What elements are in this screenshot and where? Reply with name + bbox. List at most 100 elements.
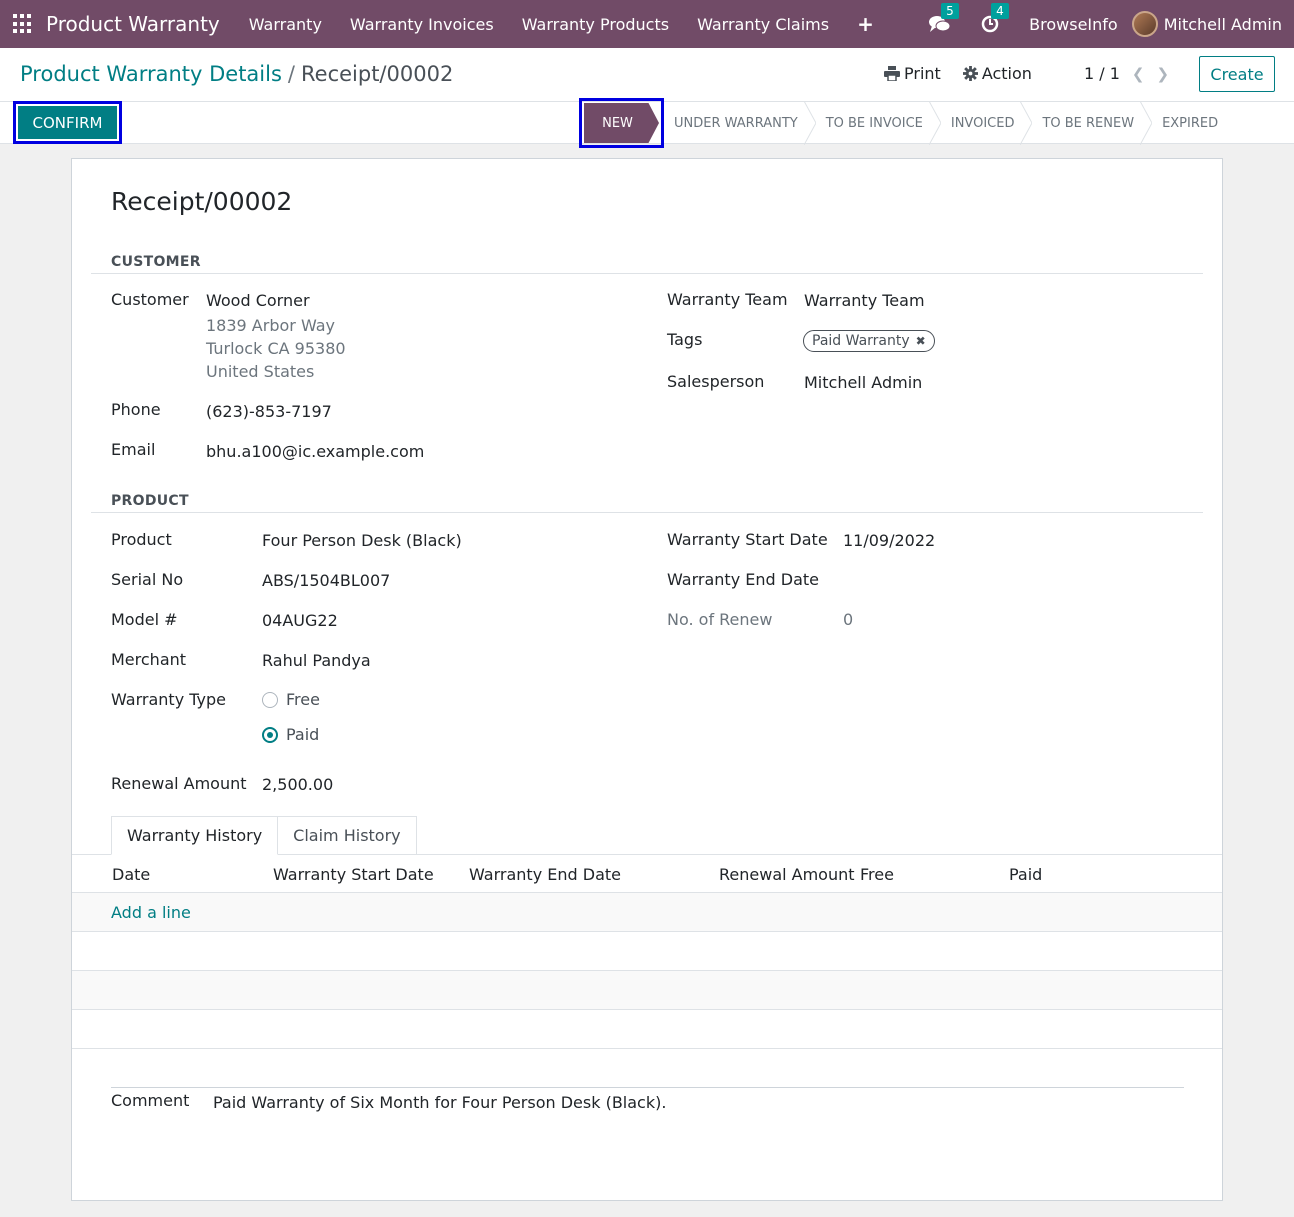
create-button[interactable]: Create bbox=[1199, 56, 1275, 92]
column-renewal-amount[interactable]: Renewal Amount bbox=[719, 865, 855, 884]
messages-icon[interactable]: 5 bbox=[929, 3, 959, 35]
record-title: Receipt/00002 bbox=[111, 187, 293, 216]
stage-new-highlight: NEW bbox=[579, 98, 664, 148]
pager-value[interactable]: 1 / 1 bbox=[1084, 64, 1120, 83]
stage-chevron-icon bbox=[1020, 101, 1033, 145]
comment-label: Comment bbox=[111, 1091, 190, 1110]
column-warranty-start[interactable]: Warranty Start Date bbox=[273, 865, 434, 884]
activity-clock-icon[interactable]: 4 bbox=[979, 3, 1009, 35]
address-line: 1839 Arbor Way bbox=[206, 316, 336, 335]
add-line-link[interactable]: Add a line bbox=[111, 903, 191, 922]
serial-field[interactable]: ABS/1504BL007 bbox=[262, 571, 390, 590]
section-divider bbox=[91, 512, 1203, 513]
column-paid[interactable]: Paid bbox=[1009, 865, 1042, 884]
stage-label: TO BE INVOICE bbox=[825, 115, 923, 131]
action-button[interactable]: Action bbox=[962, 64, 1032, 83]
add-menu-icon[interactable]: + bbox=[843, 12, 888, 36]
comment-field[interactable]: Paid Warranty of Six Month for Four Pers… bbox=[213, 1093, 666, 1112]
email-field[interactable]: bhu.a100@ic.example.com bbox=[206, 442, 424, 461]
stage-expired[interactable]: EXPIRED bbox=[1152, 101, 1228, 145]
remove-tag-icon[interactable]: ✖ bbox=[916, 334, 926, 348]
print-label: Print bbox=[904, 64, 941, 83]
pager-previous-icon[interactable]: ❮ bbox=[1132, 65, 1145, 83]
radio-button[interactable] bbox=[262, 726, 278, 743]
nav-warranty-products[interactable]: Warranty Products bbox=[508, 15, 683, 34]
tab-warranty-history[interactable]: Warranty History bbox=[111, 816, 279, 855]
warranty-type-free-radio[interactable]: Free bbox=[262, 690, 320, 709]
warranty-start-field[interactable]: 11/09/2022 bbox=[843, 531, 935, 550]
renew-count-field: 0 bbox=[843, 610, 854, 629]
warranty-team-field[interactable]: Warranty Team bbox=[804, 291, 925, 310]
apps-menu-icon[interactable] bbox=[13, 14, 33, 34]
stage-label: EXPIRED bbox=[1162, 115, 1219, 131]
tag-label: Paid Warranty bbox=[812, 333, 910, 349]
serial-label: Serial No bbox=[111, 570, 184, 589]
merchant-label: Merchant bbox=[111, 650, 187, 669]
warranty-history-table: Date Warranty Start Date Warranty End Da… bbox=[72, 854, 1222, 1049]
printer-icon bbox=[884, 66, 900, 81]
nav-warranty-claims[interactable]: Warranty Claims bbox=[683, 15, 843, 34]
renewal-amount-field[interactable]: 2,500.00 bbox=[262, 775, 333, 794]
control-panel: Product Warranty Details / Receipt/00002 P… bbox=[0, 48, 1294, 148]
user-avatar[interactable] bbox=[1131, 11, 1158, 37]
breadcrumb-separator: / bbox=[287, 62, 295, 86]
action-label: Action bbox=[981, 64, 1032, 83]
app-brand[interactable]: Product Warranty bbox=[46, 12, 220, 36]
merchant-field[interactable]: Rahul Pandya bbox=[262, 651, 371, 670]
messages-badge: 5 bbox=[941, 3, 959, 19]
customer-field[interactable]: Wood Corner bbox=[206, 291, 310, 310]
section-divider bbox=[91, 273, 1203, 274]
product-label: Product bbox=[111, 530, 172, 549]
notebook-tabs: Warranty History Claim History bbox=[111, 816, 417, 855]
stage-label: UNDER WARRANTY bbox=[674, 115, 798, 131]
column-date[interactable]: Date bbox=[112, 865, 150, 884]
renew-count-label: No. of Renew bbox=[667, 610, 773, 629]
stage-to-be-invoice[interactable]: TO BE INVOICE bbox=[816, 101, 941, 145]
tags-label: Tags bbox=[667, 330, 703, 349]
tag-paid-warranty[interactable]: Paid Warranty ✖ bbox=[803, 330, 935, 352]
warranty-type-paid-radio[interactable]: Paid bbox=[262, 725, 319, 744]
stage-chevron-icon bbox=[803, 101, 816, 145]
table-header: Date Warranty Start Date Warranty End Da… bbox=[72, 854, 1222, 893]
stage-chevron-icon bbox=[928, 101, 941, 145]
stage-invoiced[interactable]: INVOICED bbox=[941, 101, 1033, 145]
table-row bbox=[72, 1010, 1222, 1049]
customer-label: Customer bbox=[111, 290, 189, 309]
print-button[interactable]: Print bbox=[884, 64, 941, 83]
stage-to-be-renew[interactable]: TO BE RENEW bbox=[1032, 101, 1153, 145]
column-free[interactable]: Free bbox=[860, 865, 894, 884]
customer-section-title: CUSTOMER bbox=[111, 254, 201, 270]
pager-next-icon[interactable]: ❯ bbox=[1157, 65, 1170, 83]
company-switcher[interactable]: BrowseInfo bbox=[1015, 15, 1132, 34]
stage-label: INVOICED bbox=[950, 115, 1015, 131]
nav-warranty[interactable]: Warranty bbox=[235, 15, 336, 34]
status-bar: NEW UNDER WARRANTY TO BE INVOICE INVOICE… bbox=[579, 98, 1228, 148]
radio-label: Free bbox=[286, 690, 320, 709]
address-line: Turlock CA 95380 bbox=[206, 339, 346, 358]
email-label: Email bbox=[111, 440, 156, 459]
top-navbar: Product Warranty Warranty Warranty Invoi… bbox=[0, 0, 1294, 48]
table-row bbox=[72, 932, 1222, 971]
warranty-start-label: Warranty Start Date bbox=[667, 530, 828, 549]
nav-warranty-invoices[interactable]: Warranty Invoices bbox=[336, 15, 508, 34]
activities-badge: 4 bbox=[991, 3, 1009, 19]
stage-under-warranty[interactable]: UNDER WARRANTY bbox=[664, 101, 816, 145]
comment-divider bbox=[111, 1087, 1184, 1088]
product-field[interactable]: Four Person Desk (Black) bbox=[262, 531, 462, 550]
breadcrumb: Product Warranty Details / Receipt/00002 bbox=[20, 62, 453, 86]
confirm-button[interactable]: CONFIRM bbox=[18, 106, 117, 139]
radio-button[interactable] bbox=[262, 691, 278, 708]
phone-field[interactable]: (623)-853-7197 bbox=[206, 402, 332, 421]
model-label: Model # bbox=[111, 610, 178, 629]
model-field[interactable]: 04AUG22 bbox=[262, 611, 338, 630]
stage-new[interactable]: NEW bbox=[584, 103, 659, 143]
salesperson-field[interactable]: Mitchell Admin bbox=[804, 373, 922, 392]
tab-claim-history[interactable]: Claim History bbox=[277, 816, 417, 855]
breadcrumb-parent[interactable]: Product Warranty Details bbox=[20, 62, 282, 86]
product-section-title: PRODUCT bbox=[111, 493, 189, 509]
radio-label: Paid bbox=[286, 725, 320, 744]
stage-label: TO BE RENEW bbox=[1042, 115, 1135, 131]
column-warranty-end[interactable]: Warranty End Date bbox=[469, 865, 621, 884]
form-sheet: Receipt/00002 CUSTOMER Customer Wood Cor… bbox=[71, 158, 1223, 1201]
user-menu[interactable]: Mitchell Admin bbox=[1164, 15, 1282, 34]
